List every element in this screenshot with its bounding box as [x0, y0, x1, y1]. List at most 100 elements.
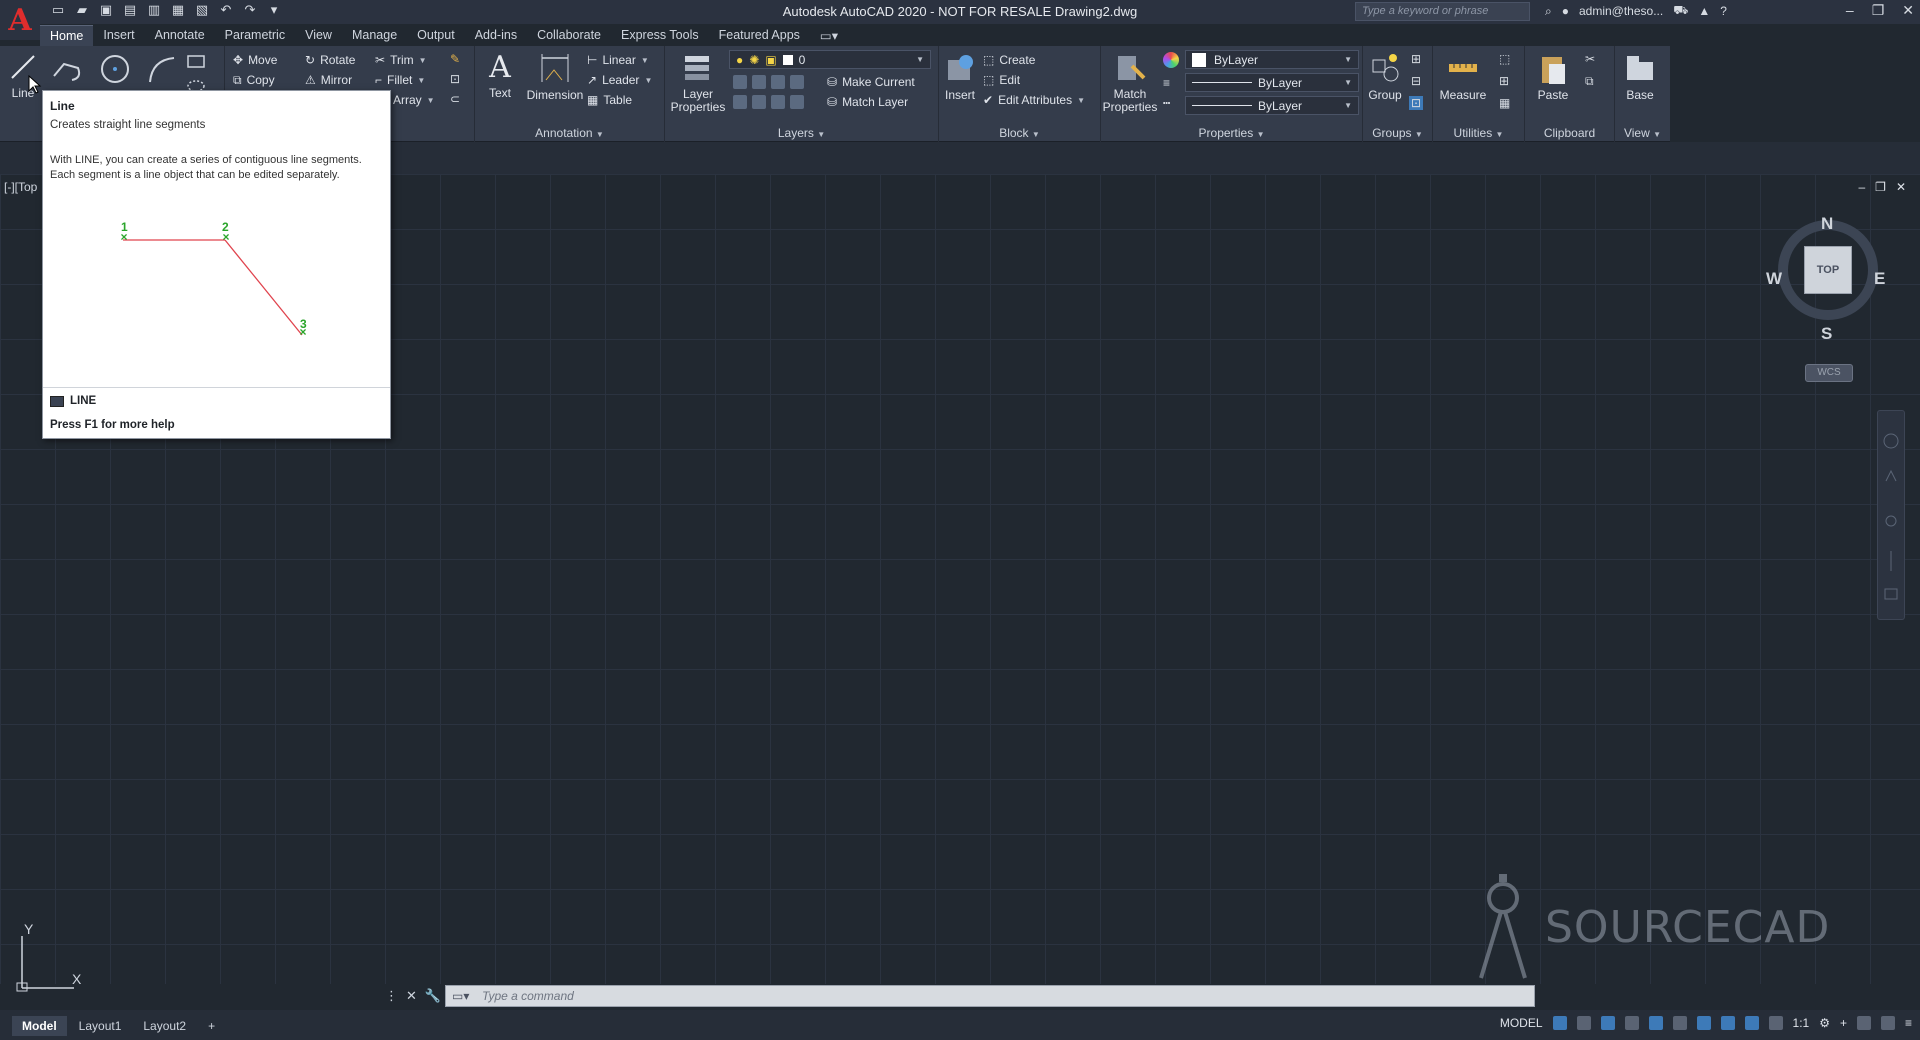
- block-panel-title[interactable]: Block ▼: [939, 126, 1100, 140]
- group-button[interactable]: Group: [1363, 50, 1407, 102]
- linear-dimension-button[interactable]: ⊢ Linear ▼: [587, 50, 649, 70]
- isolate-objects-icon[interactable]: [1856, 1016, 1871, 1030]
- edit-attributes-button[interactable]: ✔ Edit Attributes ▼: [983, 90, 1085, 110]
- base-view-button[interactable]: Base: [1615, 50, 1665, 102]
- circle-icon[interactable]: [98, 52, 132, 86]
- help-icon[interactable]: ?: [1720, 4, 1727, 18]
- mirror-button[interactable]: ⚠ Mirror: [305, 70, 352, 90]
- tab-layout2[interactable]: Layout2: [133, 1016, 196, 1036]
- grip-icon[interactable]: ⋮: [385, 988, 398, 1004]
- select-all-icon[interactable]: ⊞: [1499, 74, 1509, 88]
- lineweight-icon[interactable]: ≡: [1163, 76, 1170, 90]
- workspace-gear-icon[interactable]: ⚙: [1819, 1016, 1830, 1030]
- match-layer-button[interactable]: ⛁ Match Layer: [827, 92, 908, 112]
- viewport-restore-icon[interactable]: ❐: [1875, 180, 1886, 194]
- insert-button[interactable]: Insert: [939, 50, 981, 102]
- object-snap-icon[interactable]: [1720, 1016, 1735, 1030]
- clipboard-panel-title[interactable]: Clipboard: [1525, 126, 1614, 140]
- ribbon-options-icon[interactable]: ▭▾: [810, 25, 848, 46]
- save-icon[interactable]: ▣: [98, 2, 114, 18]
- tab-add-ins[interactable]: Add-ins: [465, 25, 527, 45]
- groups-panel-title[interactable]: Groups ▼: [1363, 126, 1432, 140]
- tab-layout1[interactable]: Layout1: [69, 1016, 132, 1036]
- tab-featured-apps[interactable]: Featured Apps: [709, 25, 810, 45]
- tab-manage[interactable]: Manage: [342, 25, 407, 45]
- tab-parametric[interactable]: Parametric: [215, 25, 295, 45]
- annotation-visibility-icon[interactable]: [1744, 1016, 1759, 1030]
- binoculars-icon[interactable]: ⌕: [1545, 4, 1552, 19]
- publish-icon[interactable]: ▦: [170, 2, 186, 18]
- tab-model[interactable]: Model: [12, 1016, 67, 1036]
- grid-icon[interactable]: [1552, 1016, 1567, 1030]
- fillet-button[interactable]: ⌐ Fillet ▼: [375, 70, 425, 90]
- copy-clip-icon[interactable]: ⧉: [1585, 74, 1594, 89]
- layer-dropdown[interactable]: ● ✺ ▣ 0 ▼: [729, 50, 931, 69]
- layers-panel-title[interactable]: Layers ▼: [665, 126, 938, 140]
- customize-qat-icon[interactable]: ▾: [266, 2, 282, 18]
- help-search-input[interactable]: Type a keyword or phrase: [1355, 2, 1530, 21]
- group-edit-icon[interactable]: ⊟: [1411, 74, 1421, 88]
- open-folder-icon[interactable]: ▰: [74, 2, 90, 18]
- save-as-icon[interactable]: ▤: [122, 2, 138, 18]
- viewport-minimize-icon[interactable]: –: [1858, 180, 1865, 194]
- dimension-button[interactable]: Dimension: [525, 50, 585, 102]
- layer-freeze-icon[interactable]: [771, 75, 785, 89]
- viewport-close-icon[interactable]: ✕: [1896, 180, 1906, 194]
- add-layout-icon[interactable]: +: [198, 1016, 225, 1036]
- utilities-panel-title[interactable]: Utilities ▼: [1433, 126, 1524, 140]
- edit-block-button[interactable]: ⬚ Edit: [983, 70, 1020, 90]
- lineweight-dropdown[interactable]: ByLayer ▼: [1185, 73, 1359, 92]
- object-snap-tracking-icon[interactable]: [1696, 1016, 1711, 1030]
- match-properties-button[interactable]: Match Properties: [1101, 50, 1159, 114]
- explode-icon[interactable]: ⊡: [450, 72, 460, 86]
- paste-button[interactable]: Paste: [1525, 50, 1581, 102]
- ortho-icon[interactable]: [1624, 1016, 1639, 1030]
- tab-home[interactable]: Home: [40, 24, 94, 46]
- polar-tracking-icon[interactable]: [1648, 1016, 1663, 1030]
- close-icon[interactable]: ✕: [1902, 2, 1914, 19]
- new-file-icon[interactable]: ▭: [50, 2, 66, 18]
- recent-commands-icon[interactable]: ▭▾: [452, 989, 469, 1003]
- minimize-icon[interactable]: –: [1846, 2, 1854, 19]
- layer-isolate-icon[interactable]: [752, 75, 766, 89]
- create-block-button[interactable]: ⬚ Create: [983, 50, 1035, 70]
- arc-icon[interactable]: [144, 52, 178, 86]
- quick-select-icon[interactable]: ⬚: [1499, 52, 1510, 66]
- compass-north[interactable]: N: [1821, 214, 1833, 234]
- layer-lock-icon[interactable]: [790, 75, 804, 89]
- close-command-line-icon[interactable]: ✕: [406, 988, 417, 1004]
- undo-icon[interactable]: ↶: [218, 2, 234, 18]
- rectangle-icon[interactable]: [186, 54, 208, 70]
- viewcube-top-face[interactable]: TOP: [1804, 246, 1852, 294]
- tab-annotate[interactable]: Annotate: [145, 25, 215, 45]
- properties-panel-title[interactable]: Properties ▼: [1101, 126, 1362, 140]
- tab-view[interactable]: View: [295, 25, 342, 45]
- rotate-button[interactable]: ↻ Rotate: [305, 50, 355, 70]
- layer-properties-button[interactable]: Layer Properties: [665, 50, 731, 114]
- table-button[interactable]: ▦ Table: [587, 90, 632, 110]
- compass-south[interactable]: S: [1821, 324, 1832, 344]
- view-panel-title[interactable]: View ▼: [1615, 126, 1670, 140]
- compass-east[interactable]: E: [1874, 269, 1885, 289]
- erase-icon[interactable]: ✎: [450, 52, 460, 66]
- viewcube[interactable]: N S E W TOP: [1766, 214, 1888, 344]
- app-menu-logo[interactable]: A: [0, 0, 40, 40]
- trim-button[interactable]: ✂ Trim ▼: [375, 50, 427, 70]
- move-button[interactable]: ✥ Move: [233, 50, 277, 70]
- viewport-controls-label[interactable]: [-][Top: [4, 180, 37, 194]
- offset-icon[interactable]: ⊂: [450, 92, 460, 106]
- auto-scale-icon[interactable]: [1768, 1016, 1783, 1030]
- color-dropdown[interactable]: ByLayer ▼: [1185, 50, 1359, 69]
- linetype-dropdown[interactable]: ByLayer ▼: [1185, 96, 1359, 115]
- clean-screen-icon[interactable]: [1880, 1016, 1895, 1030]
- cart-icon[interactable]: ⛟: [1673, 3, 1688, 19]
- navigation-bar[interactable]: [1877, 410, 1905, 620]
- user-name[interactable]: admin@theso...: [1579, 4, 1663, 18]
- layer-unisolate-icon[interactable]: [752, 95, 766, 109]
- leader-button[interactable]: ↗ Leader ▼: [587, 70, 652, 90]
- tab-output[interactable]: Output: [407, 25, 465, 45]
- customize-wrench-icon[interactable]: 🔧: [425, 988, 441, 1004]
- tab-express-tools[interactable]: Express Tools: [611, 25, 709, 45]
- customization-menu-icon[interactable]: ≡: [1905, 1016, 1912, 1030]
- wcs-menu-button[interactable]: WCS: [1805, 364, 1853, 382]
